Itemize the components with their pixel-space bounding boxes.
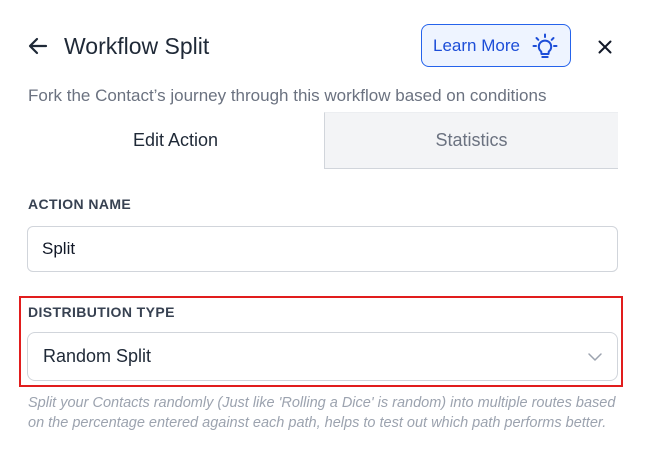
distribution-type-value: Random Split <box>43 346 152 366</box>
action-name-label: ACTION NAME <box>28 196 132 212</box>
lightbulb-icon <box>532 33 558 58</box>
arrow-left-icon <box>28 37 48 55</box>
tab-edit-action[interactable]: Edit Action <box>27 112 324 169</box>
distribution-type-label: DISTRIBUTION TYPE <box>28 304 175 320</box>
distribution-help-text: Split your Contacts randomly (Just like … <box>28 395 616 431</box>
close-icon <box>598 40 612 54</box>
action-name-input[interactable] <box>27 226 618 272</box>
back-button[interactable] <box>26 34 50 58</box>
chevron-down-icon <box>588 352 602 361</box>
distribution-type-select[interactable]: Random Split <box>27 332 618 381</box>
tab-bar: Edit Action Statistics <box>27 112 618 169</box>
close-button[interactable] <box>593 35 617 59</box>
learn-more-label: Learn More <box>433 35 520 55</box>
learn-more-button[interactable]: Learn More <box>421 24 571 67</box>
page-title: Workflow Split <box>64 33 210 59</box>
tab-statistics[interactable]: Statistics <box>324 112 618 169</box>
page-subtitle: Fork the Contact’s journey through this … <box>28 86 547 105</box>
